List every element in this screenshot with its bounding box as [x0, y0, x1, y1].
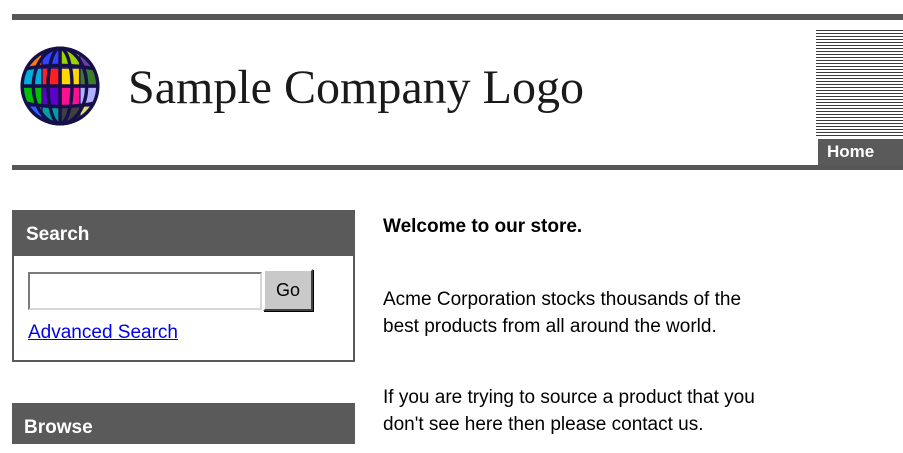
globe-icon — [20, 46, 100, 126]
go-button[interactable]: Go — [263, 269, 313, 311]
search-input[interactable] — [28, 272, 262, 310]
intro-paragraph: Acme Corporation stocks thousands of the… — [383, 286, 741, 340]
header-bottom-rule — [12, 165, 903, 170]
welcome-heading: Welcome to our store. — [383, 216, 583, 237]
browse-panel: Browse — [12, 403, 355, 444]
advanced-search-link[interactable]: Advanced Search — [28, 322, 178, 344]
search-panel-title: Search — [14, 212, 353, 256]
header-top-rule — [12, 14, 903, 20]
header-stripe-decoration — [816, 30, 903, 136]
search-panel: Search Go Advanced Search — [12, 210, 355, 362]
contact-paragraph: If you are trying to source a product th… — [383, 384, 755, 438]
intro-paragraph-line: best products from all around the world. — [383, 316, 717, 337]
company-logo-text: Sample Company Logo — [128, 61, 584, 114]
contact-paragraph-line: don't see here then please contact us. — [383, 414, 704, 435]
contact-paragraph-line: If you are trying to source a product th… — [383, 387, 755, 408]
browse-panel-title: Browse — [12, 403, 355, 444]
intro-paragraph-line: Acme Corporation stocks thousands of the — [383, 289, 742, 310]
nav-home-tab[interactable]: Home — [818, 139, 903, 165]
